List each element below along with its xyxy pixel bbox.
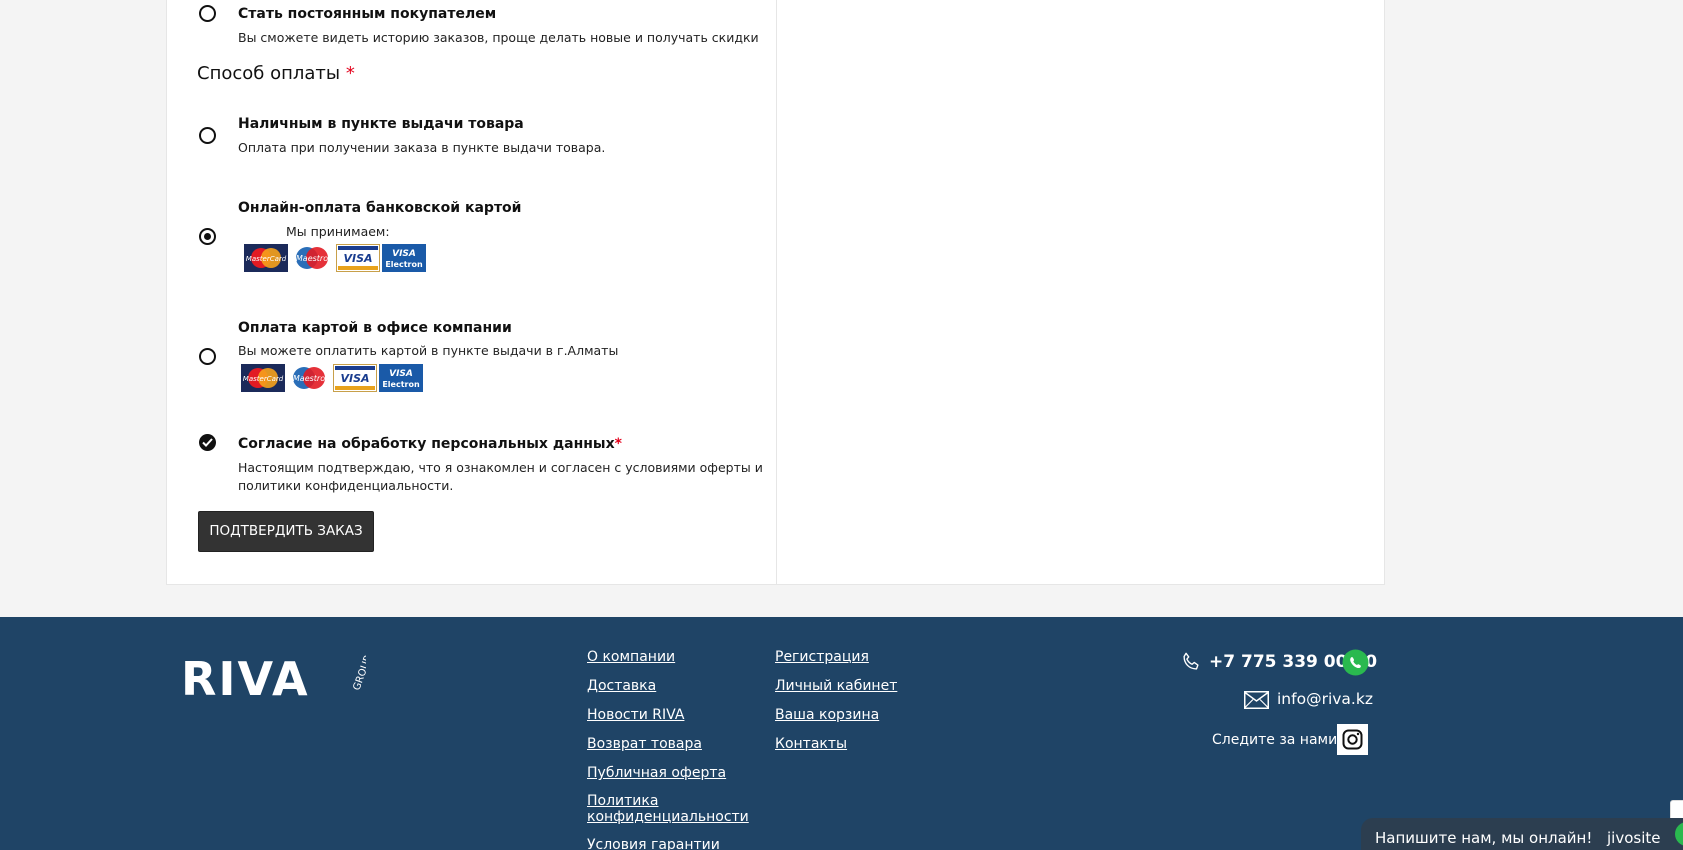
payment-office-title: Оплата картой в офисе компании xyxy=(238,320,512,336)
mastercard-icon: MasterCard xyxy=(244,244,288,272)
footer-link-about[interactable]: О компании xyxy=(587,649,675,665)
visa-electron-icon: VISA Electron xyxy=(382,244,426,272)
payment-cash-desc: Оплата при получении заказа в пункте выд… xyxy=(238,140,606,155)
visa-icon: VISA xyxy=(333,364,377,392)
footer-link-returns[interactable]: Возврат товара xyxy=(587,736,702,752)
regular-customer-title: Стать постоянным покупателем xyxy=(238,6,497,22)
consent-label: Согласие на обработку персональных данны… xyxy=(238,436,615,452)
footer-follow-label: Следите за нами: xyxy=(1212,732,1342,748)
required-mark: * xyxy=(345,63,355,84)
payment-online-desc: Мы принимаем: xyxy=(286,224,390,239)
column-divider xyxy=(776,0,777,584)
svg-text:Maestro: Maestro xyxy=(293,374,325,383)
svg-text:MasterCard: MasterCard xyxy=(243,375,284,383)
svg-text:Electron: Electron xyxy=(385,260,423,269)
payment-office-radio[interactable] xyxy=(199,348,216,365)
payment-cash-title: Наличным в пункте выдачи товара xyxy=(238,116,524,132)
visa-electron-icon: VISA Electron xyxy=(379,364,423,392)
payment-method-title: Способ оплаты * xyxy=(197,63,355,84)
payment-cash-radio[interactable] xyxy=(199,127,216,144)
svg-text:Electron: Electron xyxy=(382,380,420,389)
visa-icon: VISA xyxy=(336,244,380,272)
svg-text:RIVA: RIVA xyxy=(181,652,310,701)
footer-link-account[interactable]: Личный кабинет xyxy=(775,678,897,694)
riva-logo[interactable]: RIVA GROUP xyxy=(181,651,366,701)
accepted-cards-office: MasterCard Maestro VISA VISA Electron xyxy=(241,364,423,392)
footer-email[interactable]: info@riva.kz xyxy=(1277,690,1373,708)
svg-text:VISA: VISA xyxy=(340,372,369,385)
consent-desc-line2: политики конфиденциальности. xyxy=(238,478,454,493)
svg-text:MasterCard: MasterCard xyxy=(246,255,287,263)
svg-text:VISA: VISA xyxy=(389,369,413,379)
svg-text:Maestro: Maestro xyxy=(296,254,328,263)
footer-link-register[interactable]: Регистрация xyxy=(775,649,869,665)
confirm-order-button[interactable]: ПОДТВЕРДИТЬ ЗАКАЗ xyxy=(198,511,374,552)
checkmark-icon xyxy=(202,438,213,447)
consent-title: Согласие на обработку персональных данны… xyxy=(238,436,622,452)
mail-icon xyxy=(1244,691,1269,709)
footer-link-privacy[interactable]: Политика xyxy=(587,793,658,809)
payment-online-radio[interactable] xyxy=(199,228,216,245)
regular-customer-radio[interactable] xyxy=(199,5,216,22)
maestro-icon: Maestro xyxy=(287,364,331,392)
regular-customer-desc: Вы сможете видеть историю заказов, проще… xyxy=(238,30,759,45)
mastercard-icon: MasterCard xyxy=(241,364,285,392)
chat-text: Напишите нам, мы онлайн! xyxy=(1375,829,1593,847)
payment-online-title: Онлайн-оплата банковской картой xyxy=(238,200,522,216)
consent-checkbox[interactable] xyxy=(199,434,216,451)
footer-link-contacts[interactable]: Контакты xyxy=(775,736,847,752)
whatsapp-icon[interactable] xyxy=(1342,649,1369,676)
svg-text:VISA: VISA xyxy=(392,249,416,259)
chat-status-icon xyxy=(1675,822,1683,846)
chat-widget[interactable]: Напишите нам, мы онлайн! jivosite xyxy=(1361,818,1683,850)
accepted-cards-online: MasterCard Maestro VISA VISA Electron xyxy=(244,244,426,272)
phone-icon xyxy=(1183,652,1199,670)
checkout-card xyxy=(166,0,1385,585)
footer-link-offer[interactable]: Публичная оферта xyxy=(587,765,726,781)
footer-link-news[interactable]: Новости RIVA xyxy=(587,707,684,723)
footer-link-delivery[interactable]: Доставка xyxy=(587,678,656,694)
payment-office-desc: Вы можете оплатить картой в пункте выдач… xyxy=(238,343,619,358)
payment-method-label: Способ оплаты xyxy=(197,63,341,84)
footer-link-warranty[interactable]: Условия гарантии xyxy=(587,837,720,850)
footer-link-privacy-2[interactable]: конфиденциальности xyxy=(587,809,749,825)
required-mark: * xyxy=(614,436,622,452)
svg-text:VISA: VISA xyxy=(343,252,372,265)
svg-text:GROUP: GROUP xyxy=(351,655,366,693)
maestro-icon: Maestro xyxy=(290,244,334,272)
chat-brand: jivosite xyxy=(1607,829,1661,847)
consent-desc-line1: Настоящим подтверждаю, что я ознакомлен … xyxy=(238,460,763,475)
instagram-icon[interactable] xyxy=(1337,724,1368,755)
footer-link-cart[interactable]: Ваша корзина xyxy=(775,707,879,723)
